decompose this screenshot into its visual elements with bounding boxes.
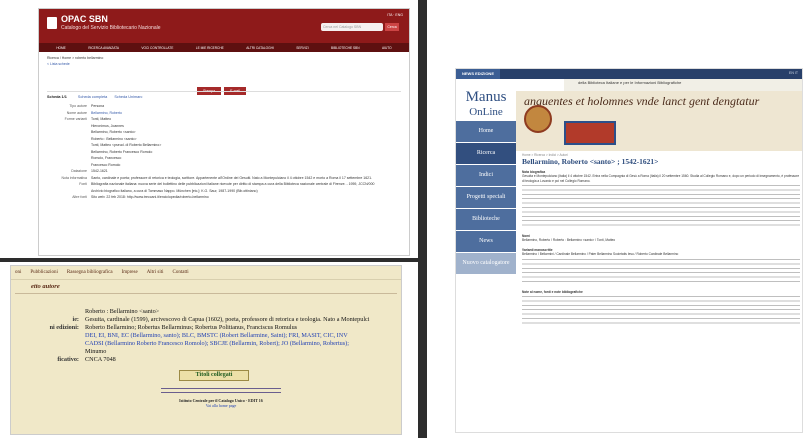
record-row: DEI, EI, BNI, EC (Bellarmino, santo); BL… [11,332,401,340]
illumination-image [564,121,616,145]
author-record: Roberto : Bellarmino <santo> ie: Gesuita,… [11,308,401,364]
divider [15,293,397,294]
nav-biblioteche[interactable]: Biblioteche SBN [331,46,360,50]
record-row: Romolo, Francesco [91,156,122,160]
record-row: Nome autore Bellarmino, Roberto [47,111,397,115]
record-row: Fonti Bibliografia nazionale italiana: nu… [79,182,375,186]
sidebar-item-catalogatore[interactable]: Nuovo catalogatore [456,253,516,274]
record-row: Minumo [85,348,107,355]
manus-logo[interactable]: Manus OnLine [456,79,516,121]
author-record-table: Tipo autore Persona Nome autore Bellarmino… [47,104,397,202]
nav-voci-controllate[interactable]: Voci controllate [141,46,173,50]
record-row: Roberto : Bellarmino <santo> [85,308,160,315]
breadcrumb: Ricerca / Home > roberto bellarmino [47,56,104,60]
nav-ricerca-avanzata[interactable]: Ricerca avanzata [88,46,119,50]
full-record-link[interactable]: Scheda completa [78,95,107,99]
manuscript-banner: anguentes et holomnes vnde lanct gent de… [516,91,802,151]
action-buttons: Stampa E-mail [197,79,249,97]
section-notes: Note al nome, fonti e note bibliografich… [522,289,583,294]
sbn-logo-icon [47,17,57,29]
search-input[interactable]: Cerca nel Catalogo SBN [321,23,383,31]
manus-sidebar: Home Ricerca Indici Progetti speciali Bi… [456,121,516,275]
record-row: ie: Gesuita, cardinale (1599), arcivescov… [72,316,370,323]
record-row: Tipo autore Persona [69,104,105,108]
author-heading: Bellarmino, Roberto <santo> ; 1542-1621> [522,157,659,167]
names-text: Bellarmino, Roberto / Roberto : Bellarmi… [522,238,616,243]
manus-topbar: NEWS EDIZIONE EN IT [456,69,802,79]
manus-online-screenshot: NEWS EDIZIONE EN IT della Biblioteca Ita… [455,68,803,433]
nav-pubblicazioni[interactable]: Pubblicazioni [30,270,58,275]
nav-altri-siti[interactable]: Altri siti [147,270,164,275]
record-row: Altre fonti Sito web: 22 feb 2018: http:/… [72,195,209,199]
institute-bar: della Biblioteca Italiane e per le Infor… [564,79,802,91]
bio-text: Gesuita e Montepulciano (Italia) il 4 ot… [522,174,800,183]
page-title: etto autore [31,283,60,290]
opac-subtitle: Catalogo del Servizio Bibliotecario Nazi… [61,25,161,31]
record-count: Scheda 1/1 [47,95,67,99]
record-row: Francesco Romolo [91,162,121,167]
source-links[interactable]: DEI, EI, BNI, EC (Bellarmino, santo); BL… [85,332,401,340]
record-header: Scheda 1/1 Scheda completa Scheda Unimar… [47,95,148,99]
author-name-link[interactable]: Bellarmino, Roberto [91,111,397,115]
sbn-nav: oni Pubblicazioni Rassegna bibliografica… [11,266,401,280]
nav-item[interactable]: oni [15,270,21,275]
record-row: ficativo: CNCA 7048 [57,356,116,363]
banner-script-text: anguentes et holomnes vnde lanct gent de… [524,94,760,108]
nav-servizi[interactable]: Servizi [296,46,308,50]
record-row: Bellarmino, Roberto <santo> [91,130,136,134]
unimarc-link[interactable]: Scheda Unimarc [114,95,142,99]
record-row: Hieronimus, Joannes [91,123,124,128]
record-row: Archivio biografico italiano, a cura di … [91,188,258,193]
language-switch[interactable]: ITA · ENG [387,13,403,17]
nav-le-mie-ricerche[interactable]: Le mie ricerche [196,46,224,50]
news-tab[interactable]: NEWS EDIZIONE [456,69,500,79]
record-row: Forme varianti Tonti, Matteo [64,117,112,121]
opac-sbn-screenshot: OPAC SBN Catalogo del Servizio Bibliotec… [38,8,410,256]
record-row: ni edizioni: Roberto Bellarmino; Robertus… [49,324,298,331]
variants-text: Bellarmino / Bellarmini / Cardinale Bell… [522,252,679,257]
nav-imprese[interactable]: Imprese [122,270,138,275]
notes-lines [522,296,800,327]
record-row: Roberto : Bellarmino <santo> [91,136,137,141]
sidebar-item-home[interactable]: Home [456,121,516,142]
nav-rassegna[interactable]: Rassegna bibliografica [67,270,113,275]
author-content: Home > Ricerca > Indici > Autori Bellarm… [522,153,800,327]
nav-altri-cataloghi[interactable]: Altri cataloghi [246,46,274,50]
search-button[interactable]: Cerca [385,23,399,31]
opac-header: OPAC SBN Catalogo del Servizio Bibliotec… [39,9,409,43]
divider-vertical [418,0,427,438]
linked-titles-button[interactable]: Titoli collegati [179,370,249,381]
opac-nav: Home Ricerca avanzata Voci controllate L… [39,43,409,52]
divider [47,91,401,92]
footer: Istituto Centrale per il Catalogo Unico … [161,398,281,408]
variants-lines [522,258,800,285]
bio-text-lines [522,185,800,230]
illumination-image [524,105,552,133]
sidebar-item-ricerca[interactable]: Ricerca [456,143,516,164]
back-to-list-link[interactable]: < Lista schede [39,60,409,68]
home-page-link[interactable]: Vai alla home page [161,403,281,408]
record-row: Datazione 1542-1621 [71,169,108,173]
record-row: CADSI (Bellarmino Roberto Francesco Romo… [11,340,401,348]
nav-contatti[interactable]: Contatti [173,270,189,275]
sidebar-item-indici[interactable]: Indici [456,165,516,186]
sidebar-item-biblioteche[interactable]: Biblioteche [456,209,516,230]
sidebar-item-progetti[interactable]: Progetti speciali [456,187,516,208]
record-row: Bellarmino, Roberto Francesco Romolo [91,149,153,154]
language-switch[interactable]: EN IT [789,71,798,75]
record-row: Tonti, Matteo <pseud. di Roberto Bellarm… [91,143,162,147]
nav-home[interactable]: Home [56,46,66,50]
opac-title: OPAC SBN [61,14,108,24]
footer-rules [161,388,281,396]
nav-aiuto[interactable]: Aiuto [382,46,392,50]
record-row: Nota informativa Santo, cardinale e poeta… [61,175,373,180]
sidebar-item-news[interactable]: News [456,231,516,252]
sbn-authority-screenshot: oni Pubblicazioni Rassegna bibliografica… [10,265,402,435]
source-links[interactable]: CADSI (Bellarmino Roberto Francesco Romo… [85,340,401,348]
divider-horizontal [0,258,418,262]
